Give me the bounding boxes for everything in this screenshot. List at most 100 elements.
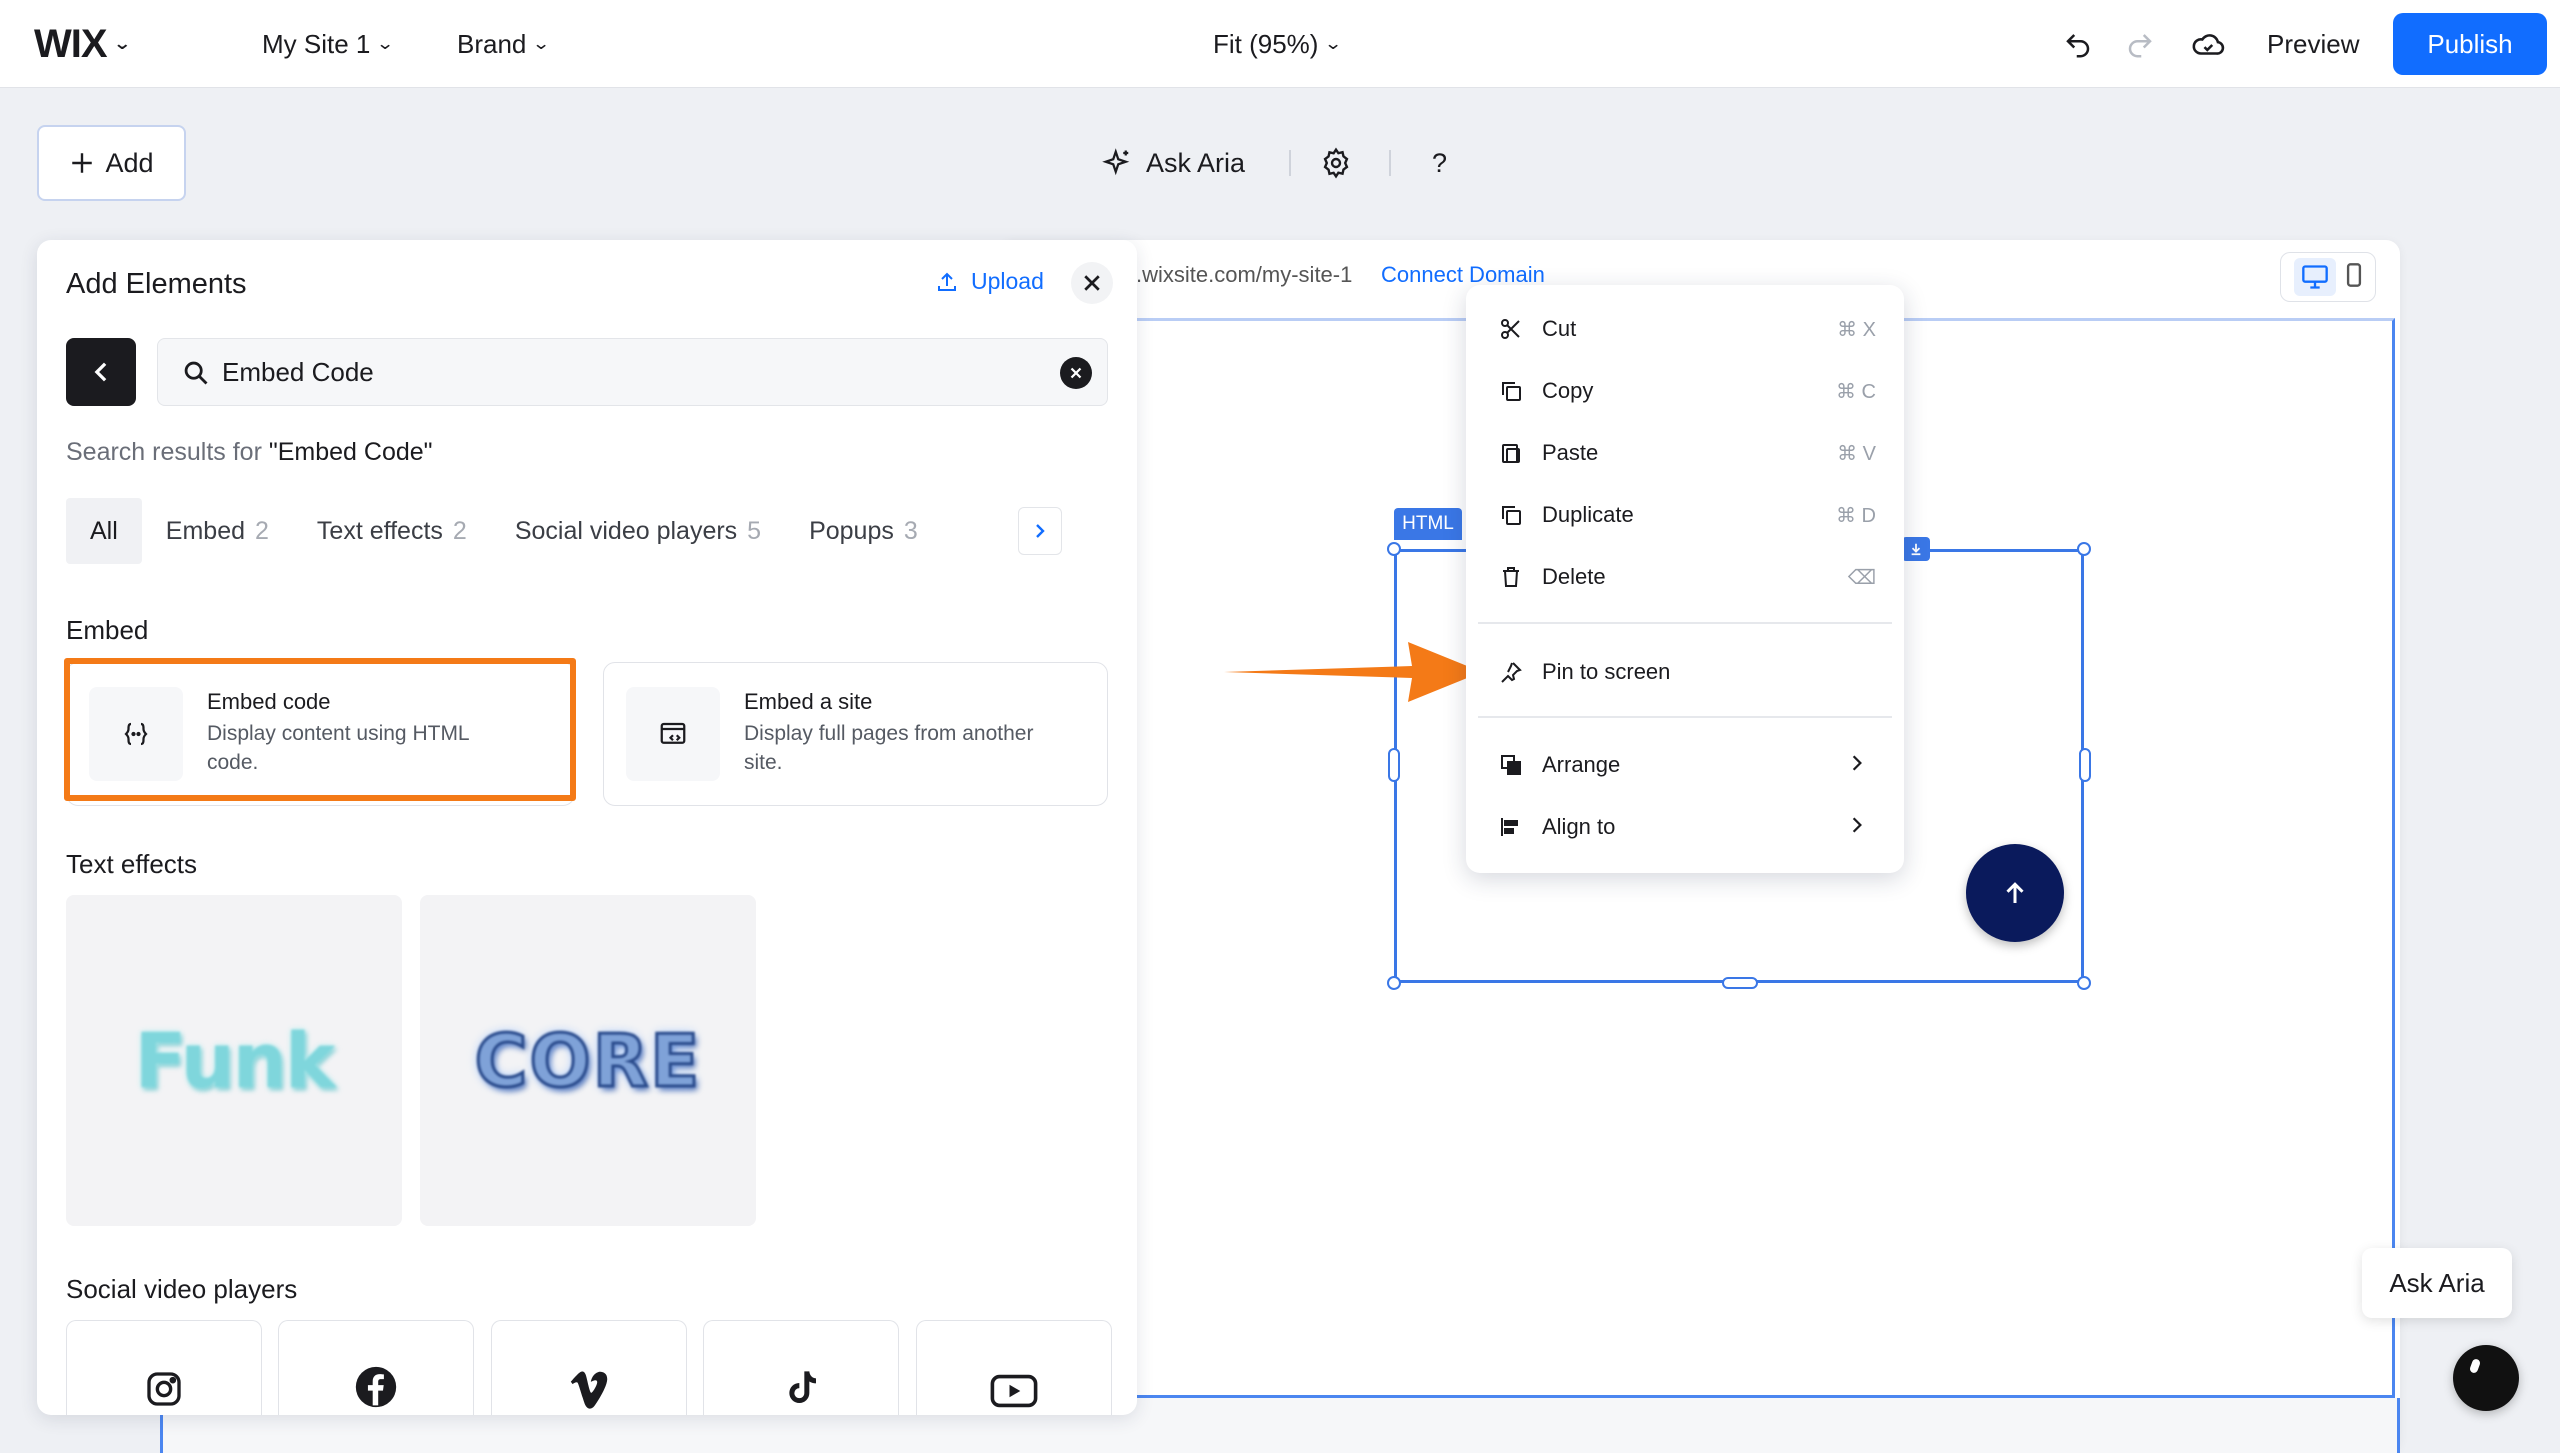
upload-button[interactable]: Upload	[935, 268, 1044, 295]
vimeo-icon	[570, 1371, 608, 1409]
menu-item-label: Paste	[1542, 440, 1599, 465]
menu-item-label: Copy	[1542, 378, 1594, 403]
aria-assistant-avatar[interactable]	[2453, 1345, 2519, 1411]
zoom-menu[interactable]: Fit (95%) ⌄	[1213, 0, 1343, 88]
mobile-icon	[2346, 262, 2361, 287]
social-player-vimeo[interactable]	[491, 1320, 687, 1415]
resize-handle[interactable]	[2079, 748, 2091, 782]
tab-all[interactable]: All	[66, 498, 142, 564]
embed-code-card[interactable]: Embed code Display content using HTML co…	[66, 662, 575, 806]
tab-count: 2	[452, 516, 467, 545]
menu-item-arrange[interactable]: Arrange	[1466, 734, 1904, 796]
paste-icon	[1498, 440, 1524, 466]
help-button[interactable]: ?	[1432, 140, 1447, 186]
tab-embed[interactable]: Embed 2	[142, 498, 293, 564]
chevron-right-icon	[1850, 814, 1864, 840]
download-icon	[1911, 543, 1921, 556]
tab-label: All	[90, 516, 118, 545]
tab-count: 5	[747, 516, 762, 545]
cloud-check-icon	[2192, 34, 2225, 55]
site-url: .wixsite.com/my-site-1	[1136, 262, 1353, 287]
search-box	[157, 338, 1108, 406]
text-effect-funk[interactable]: Funk	[66, 895, 402, 1226]
tab-text-effects[interactable]: Text effects 2	[293, 498, 491, 564]
card-description: Display content using HTML code.	[207, 722, 469, 774]
brand-menu[interactable]: Brand ⌄	[457, 0, 551, 88]
resize-handle[interactable]	[1722, 977, 1758, 989]
menu-item-copy[interactable]: Copy ⌘ C	[1466, 360, 1904, 422]
save-status-button[interactable]	[2187, 24, 2229, 66]
top-bar: WIX ⌄ My Site 1 ⌄ Brand ⌄ Fit (95%) ⌄ Previe…	[0, 0, 2560, 88]
social-player-tiktok[interactable]	[703, 1320, 899, 1415]
preview-button[interactable]: Preview	[2267, 0, 2359, 88]
chevron-down-icon: ⌄	[112, 34, 132, 53]
resize-handle[interactable]	[1387, 976, 1401, 990]
menu-item-pin-to-screen[interactable]: Pin to screen	[1466, 641, 1904, 703]
social-player-facebook[interactable]	[278, 1320, 474, 1415]
sparkle-icon	[1102, 148, 1130, 176]
panel-title: Add Elements	[66, 268, 247, 300]
close-panel-button[interactable]	[1071, 262, 1113, 304]
resize-handle[interactable]	[1388, 748, 1400, 782]
menu-item-label: Duplicate	[1542, 502, 1634, 527]
tab-social-video-players[interactable]: Social video players 5	[491, 498, 785, 564]
toolbar-divider	[1389, 150, 1391, 176]
code-brackets-icon	[89, 687, 183, 781]
menu-item-align-to[interactable]: Align to	[1466, 796, 1904, 858]
result-tabs: All Embed 2 Text effects 2 Social video pl…	[66, 498, 942, 564]
text-effect-preview: Funk	[134, 1016, 336, 1105]
back-to-top-button[interactable]	[1966, 844, 2064, 942]
tabs-scroll-right-button[interactable]	[1012, 498, 1068, 564]
card-description: Display full pages from another site.	[744, 722, 1034, 774]
menu-item-delete[interactable]: Delete ⌫	[1466, 546, 1904, 608]
redo-icon	[2128, 34, 2152, 58]
plus-icon	[72, 153, 93, 173]
back-button[interactable]	[66, 338, 136, 406]
resize-handle[interactable]	[1387, 542, 1401, 556]
download-tag[interactable]	[1902, 537, 1930, 561]
ask-aria-widget-button[interactable]: Ask Aria	[2362, 1248, 2512, 1318]
copy-icon	[1498, 378, 1524, 404]
gear-icon	[1323, 147, 1349, 179]
social-player-youtube[interactable]	[916, 1320, 1112, 1415]
menu-item-cut[interactable]: Cut ⌘ X	[1466, 298, 1904, 360]
desktop-view-button[interactable]	[2293, 258, 2336, 296]
resize-handle[interactable]	[2077, 542, 2091, 556]
menu-item-label: Arrange	[1542, 752, 1621, 777]
search-input[interactable]	[222, 339, 1042, 405]
trash-icon	[1498, 564, 1524, 590]
shortcut-text: ⌘ X	[1837, 318, 1876, 341]
resize-handle[interactable]	[2077, 976, 2091, 990]
html-element-tag[interactable]: HTML	[1394, 508, 1462, 540]
wix-logo-menu[interactable]: WIX ⌄	[34, 0, 132, 88]
menu-item-duplicate[interactable]: Duplicate ⌘ D	[1466, 484, 1904, 546]
add-elements-button[interactable]: Add	[37, 125, 186, 201]
undo-button[interactable]	[2057, 24, 2099, 66]
chevron-down-icon: ⌄	[1324, 34, 1343, 53]
orange-arrow-annotation	[1224, 642, 1482, 702]
embed-site-card[interactable]: Embed a site Display full pages from ano…	[603, 662, 1108, 806]
shortcut-text: ⌘ C	[1836, 380, 1876, 403]
align-left-icon	[1498, 814, 1524, 840]
menu-item-paste[interactable]: Paste ⌘ V	[1466, 422, 1904, 484]
tab-popups[interactable]: Popups 3	[785, 498, 942, 564]
scissors-icon	[1498, 316, 1524, 342]
publish-button[interactable]: Publish	[2393, 13, 2547, 75]
ask-aria-button[interactable]: Ask Aria	[1102, 140, 1245, 186]
social-player-instagram[interactable]	[66, 1320, 262, 1415]
instagram-icon	[147, 1372, 181, 1406]
text-effect-core[interactable]: CORE	[420, 895, 756, 1226]
redo-button[interactable]	[2119, 24, 2161, 66]
upload-label: Upload	[971, 268, 1044, 294]
menu-divider	[1478, 716, 1892, 718]
mobile-view-button[interactable]	[2345, 262, 2363, 293]
tab-label: Embed	[165, 516, 246, 545]
tab-label: Social video players	[514, 516, 738, 545]
pin-icon	[1498, 659, 1524, 685]
site-menu[interactable]: My Site 1 ⌄	[262, 0, 395, 88]
brand-menu-label: Brand	[457, 28, 527, 59]
shortcut-text: ⌘ V	[1837, 442, 1876, 465]
settings-button[interactable]	[1320, 140, 1352, 186]
site-menu-label: My Site 1	[262, 28, 371, 59]
clear-search-button[interactable]	[1060, 357, 1092, 389]
